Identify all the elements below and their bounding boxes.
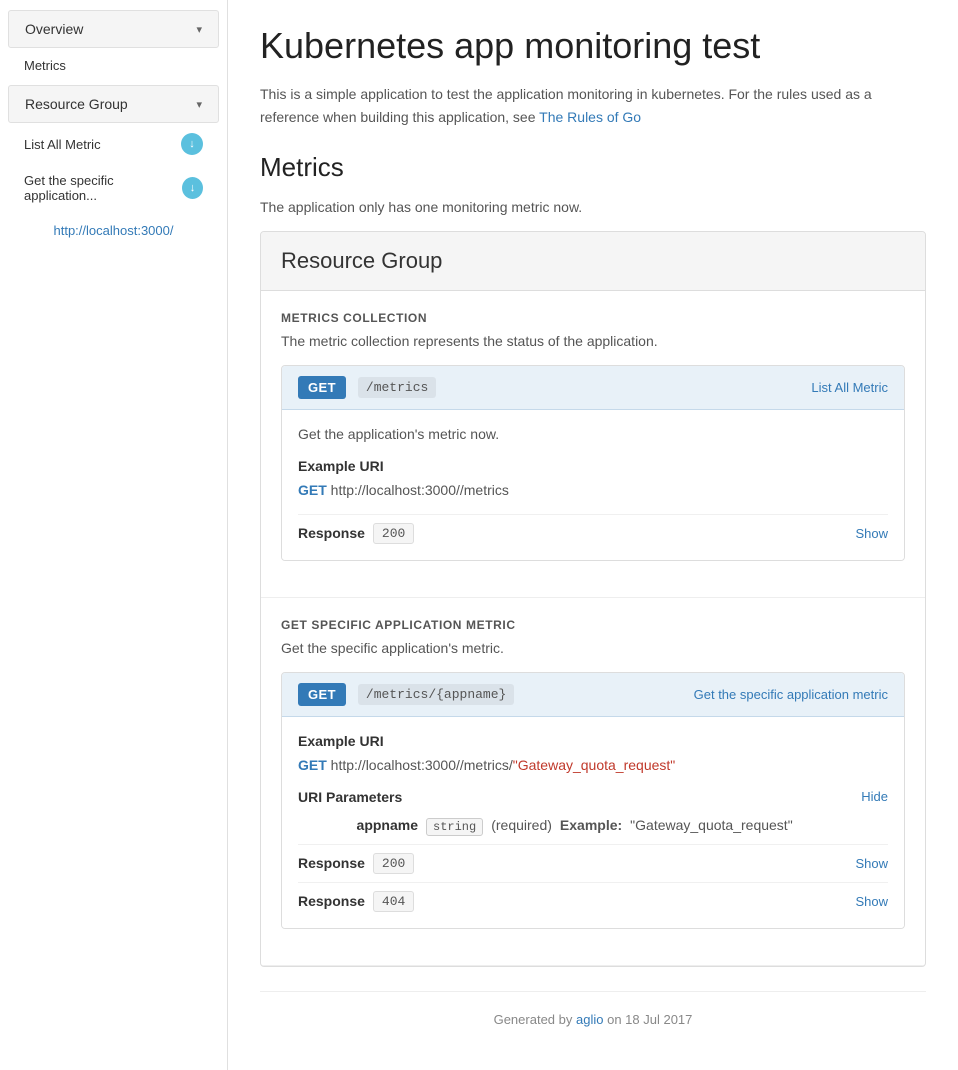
example-uri-label-1: Example URI <box>298 458 888 474</box>
sidebar-item-metrics[interactable]: Metrics <box>8 50 219 81</box>
param-row-appname: appname string (required) Example: "Gate… <box>338 817 888 836</box>
sidebar-list-all-label: List All Metric <box>24 137 101 152</box>
uri-params-row: URI Parameters Hide <box>298 789 888 805</box>
endpoint-body-specific: Example URI GET http://localhost:3000//m… <box>282 717 904 928</box>
method-badge-get: GET <box>298 376 346 399</box>
sidebar-resource-group-label: Resource Group <box>25 96 128 112</box>
example-method-1: GET <box>298 482 327 498</box>
endpoint-path-specific: /metrics/{appname} <box>358 684 514 705</box>
main-content: Kubernetes app monitoring test This is a… <box>228 0 958 1070</box>
download-icon: ↓ <box>181 133 203 155</box>
param-name-appname: appname <box>338 817 418 833</box>
metrics-collection-desc: The metric collection represents the sta… <box>281 333 905 349</box>
sidebar-section-overview: Overview ▾ Metrics <box>0 10 227 81</box>
endpoint-header-specific[interactable]: GET /metrics/{appname} Get the specific … <box>282 673 904 717</box>
endpoint-link-specific[interactable]: Get the specific application metric <box>694 687 888 702</box>
resource-group-title: Resource Group <box>281 248 905 274</box>
show-link-specific-200[interactable]: Show <box>855 856 888 871</box>
footer-date: on 18 Jul 2017 <box>607 1012 692 1027</box>
page-description: This is a simple application to test the… <box>260 83 926 128</box>
sidebar-item-resource-group[interactable]: Resource Group ▾ <box>8 85 219 123</box>
method-badge-get-specific: GET <box>298 683 346 706</box>
endpoint-desc-metrics: Get the application's metric now. <box>298 426 888 442</box>
hide-link[interactable]: Hide <box>861 789 888 804</box>
get-specific-desc: Get the specific application's metric. <box>281 640 905 656</box>
endpoint-path-metrics: /metrics <box>358 377 436 398</box>
param-required: (required) <box>491 817 552 833</box>
example-uri-value-1: GET http://localhost:3000//metrics <box>298 482 888 498</box>
example-url-2: http://localhost:3000//metrics/ <box>331 757 513 773</box>
metrics-section-desc: The application only has one monitoring … <box>260 199 926 215</box>
metrics-collection-section: METRICS COLLECTION The metric collection… <box>261 291 925 598</box>
endpoint-header-left: GET /metrics <box>298 376 436 399</box>
sidebar-metrics-label: Metrics <box>24 58 66 73</box>
response-row-specific-200: Response 200 Show <box>298 844 888 874</box>
resource-group-header: Resource Group <box>261 232 925 291</box>
get-specific-section: GET SPECIFIC APPLICATION METRIC Get the … <box>261 598 925 966</box>
page-title: Kubernetes app monitoring test <box>260 24 926 67</box>
response-label-specific-404: Response <box>298 893 365 909</box>
sidebar: Overview ▾ Metrics Resource Group ▾ List… <box>0 0 228 1070</box>
endpoint-get-specific: GET /metrics/{appname} Get the specific … <box>281 672 905 929</box>
param-type-appname: string <box>426 818 483 836</box>
example-uri-value-2: GET http://localhost:3000//metrics/"Gate… <box>298 757 888 773</box>
response-row-200: Response 200 Show <box>298 514 888 544</box>
endpoint-header-metrics[interactable]: GET /metrics List All Metric <box>282 366 904 410</box>
metrics-section-title: Metrics <box>260 152 926 183</box>
endpoint-link-list-all[interactable]: List All Metric <box>811 380 888 395</box>
get-specific-title: GET SPECIFIC APPLICATION METRIC <box>281 618 905 632</box>
response-row-left-200: Response 200 <box>298 853 414 874</box>
footer-text: Generated by <box>494 1012 573 1027</box>
example-method-2: GET <box>298 757 327 773</box>
sidebar-item-get-specific[interactable]: Get the specific application... ↓ <box>8 165 219 211</box>
sidebar-section-resource-group: Resource Group ▾ List All Metric ↓ Get t… <box>0 85 227 211</box>
chevron-down-icon-rg: ▾ <box>196 98 202 111</box>
param-example-label: Example: <box>560 817 622 833</box>
metrics-collection-title: METRICS COLLECTION <box>281 311 905 325</box>
sidebar-overview-label: Overview <box>25 21 83 37</box>
description-link[interactable]: The Rules of Go <box>539 109 641 125</box>
response-row-left: Response 200 <box>298 523 414 544</box>
example-url-highlight: "Gateway_quota_request" <box>513 757 676 773</box>
response-label-specific-200: Response <box>298 855 365 871</box>
param-example-value: "Gateway_quota_request" <box>630 817 793 833</box>
download-icon-specific: ↓ <box>182 177 203 199</box>
footer-link[interactable]: aglio <box>576 1012 603 1027</box>
example-url-1: http://localhost:3000//metrics <box>331 482 509 498</box>
param-example-strong: Example: <box>560 817 622 833</box>
response-row-specific-404: Response 404 Show <box>298 882 888 912</box>
sidebar-get-specific-label: Get the specific application... <box>24 173 182 203</box>
sidebar-item-list-all-metric[interactable]: List All Metric ↓ <box>8 125 219 163</box>
show-link-specific-404[interactable]: Show <box>855 894 888 909</box>
sidebar-item-overview[interactable]: Overview ▾ <box>8 10 219 48</box>
uri-params-label: URI Parameters <box>298 789 402 805</box>
footer: Generated by aglio on 18 Jul 2017 <box>260 991 926 1047</box>
response-code-specific-404: 404 <box>373 891 414 912</box>
endpoint-body-metrics: Get the application's metric now. Exampl… <box>282 410 904 560</box>
response-code-specific-200: 200 <box>373 853 414 874</box>
response-label-1: Response <box>298 525 365 541</box>
resource-group-card: Resource Group METRICS COLLECTION The me… <box>260 231 926 967</box>
chevron-down-icon: ▾ <box>196 23 202 36</box>
sidebar-localhost-link[interactable]: http://localhost:3000/ <box>0 215 227 246</box>
response-code-200: 200 <box>373 523 414 544</box>
show-link-1[interactable]: Show <box>855 526 888 541</box>
response-row-left-404: Response 404 <box>298 891 414 912</box>
endpoint-get-metrics: GET /metrics List All Metric Get the app… <box>281 365 905 561</box>
endpoint-header-left-specific: GET /metrics/{appname} <box>298 683 514 706</box>
example-uri-label-2: Example URI <box>298 733 888 749</box>
